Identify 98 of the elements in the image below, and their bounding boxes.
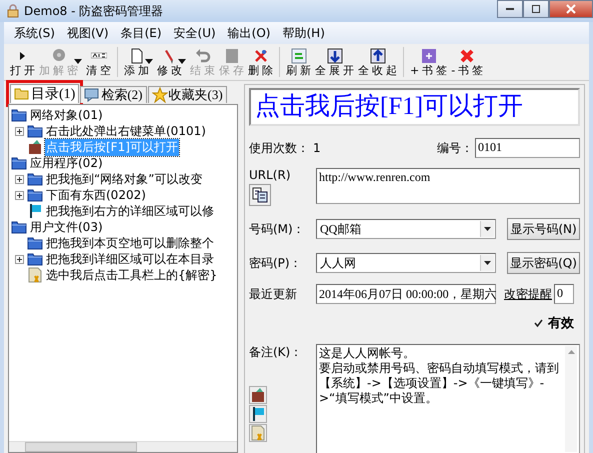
usage-count: 1 [313,141,322,155]
url-label: URL(R) [249,168,292,182]
flag-icon [250,406,266,422]
folder-icon [27,251,43,267]
url-field[interactable]: http://www.renren.com [316,168,580,204]
toolbar-button[interactable]: -书签 [449,47,486,78]
horizontal-scrollbar[interactable] [9,441,237,452]
vertical-scrollbar[interactable] [565,346,577,452]
menu-item[interactable]: 帮助(H) [280,24,327,42]
scroll-up-icon[interactable] [568,350,574,354]
toolbar-button[interactable]: 修改 [155,47,188,78]
tab[interactable]: 收藏夹(3) [148,86,227,103]
dropdown-arrow-icon [484,227,491,231]
folder-icon [27,187,43,203]
folder-icon [27,171,43,187]
note-tool-button[interactable] [249,405,267,423]
chat-icon [84,87,100,103]
expand-box-icon[interactable] [15,254,24,264]
password-label: 密码(P)： [249,254,303,272]
expand-box-icon[interactable] [15,126,24,136]
show-account-button[interactable]: 显示号码(N) [507,218,580,240]
dropdown-arrow-icon [484,261,491,265]
play-icon [20,52,25,60]
tab[interactable]: 检索(2) [80,86,146,103]
tree-item[interactable]: 把我拖到右方的详细区域可以修 [45,202,215,220]
toolbar-button[interactable]: 打开 [8,47,37,78]
note-tool-button[interactable] [249,386,267,404]
folder-icon [11,219,27,235]
expand-box-icon[interactable] [15,174,24,184]
maximize-button[interactable] [523,0,549,18]
toolbar-button[interactable]: 添加 [122,47,155,78]
expand-box-icon[interactable] [15,190,24,200]
lock-icon [6,4,20,18]
number-field[interactable]: 0101 [475,138,580,158]
tree-item[interactable]: 网络对象(01) [29,106,104,124]
notes-label: 备注(K)： [249,344,302,361]
tree-item[interactable]: 把拖我到详细区域可以在本目录 [45,250,215,268]
folder-icon [27,235,43,251]
toolbar-button[interactable]: 清空 [84,47,113,78]
delete-icon [252,48,268,64]
bookmark-add-icon [420,48,437,64]
wallet-icon [250,387,266,403]
notes-field[interactable]: 这是人人网帐号。 要启动或禁用号码、密码自动填写模式，请到【系统】->【选项设置】->《一键填写》->“填写模式”中设置。 [316,344,580,453]
toolbar-button[interactable]: 全展开 [313,47,356,78]
undo-icon [194,48,210,64]
number-label: 编号： [437,140,473,156]
toolbar-button[interactable]: 刷新 [284,47,313,78]
folder-icon [14,86,30,102]
document-icon [250,425,266,441]
tree-item[interactable]: 右击此处弹出右键菜单(0101) [45,122,207,140]
toolbar-button[interactable]: 全收起 [356,47,399,78]
toolbar-button[interactable]: +书签 [408,47,450,78]
document-icon [27,267,43,283]
folder-icon [11,107,27,123]
toolbar-button[interactable]: 删除 [246,47,275,78]
usage-label: 使用次数： [249,140,309,156]
maximize-icon [532,5,540,13]
folder-icon [11,155,27,171]
wallet-icon [27,139,43,155]
reminder-link[interactable]: 改密提醒 [504,286,552,302]
page-icon [128,48,144,64]
close-button[interactable] [549,0,593,18]
folder-icon [27,123,43,139]
minimize-icon [506,8,514,10]
clipboard-icon [252,187,268,203]
menu-item[interactable]: 安全(U) [172,24,218,42]
tree-item[interactable]: 用户文件(03) [29,218,104,236]
star-icon [152,87,168,103]
collapse-icon [370,48,386,64]
password-dropdown[interactable]: 人人网 [316,253,496,273]
tree-item[interactable]: 把我拖到“网络对象”可以改变 [45,170,204,188]
dropdown-arrow-icon[interactable] [178,59,186,64]
account-dropdown[interactable]: QQ邮箱 [316,219,496,239]
valid-label: 有效 [548,315,574,332]
flag-icon [27,203,43,219]
window-title: Demo8 - 防盗密码管理器 [24,2,164,20]
menu-item[interactable]: 条目(E) [118,24,164,42]
tree-item[interactable]: 下面有东西(0202) [45,186,147,204]
close-icon [566,4,576,14]
tree-item[interactable]: 应用程序(02) [29,154,104,172]
account-label: 号码(M)： [249,220,306,238]
tree-item[interactable]: 选中我后点击工具栏上的{解密} [45,266,218,284]
remove-icon [459,48,476,64]
updated-field[interactable]: 2014年06月07日 00:00:00，星期六 [316,284,496,304]
menu-item[interactable]: 系统(S) [12,24,57,42]
paste-button[interactable] [249,184,271,206]
updated-label: 最近更新 [249,286,298,302]
checkbox-icon[interactable] [534,318,543,328]
dropdown-arrow-icon[interactable] [145,59,153,64]
tree-item[interactable]: 把拖我到本页空地可以删除整个 [45,234,215,252]
menu-item[interactable]: 视图(V) [64,24,111,42]
expand-icon [326,48,342,64]
refresh-icon [290,48,306,64]
show-password-button[interactable]: 显示密码(Q) [507,252,580,274]
title-field[interactable]: 点击我后按[F1]可以打开 [249,88,580,126]
menu-item[interactable]: 输出(O) [226,24,272,42]
minimize-button[interactable] [497,0,523,18]
reminder-field[interactable]: 0 [554,284,574,304]
